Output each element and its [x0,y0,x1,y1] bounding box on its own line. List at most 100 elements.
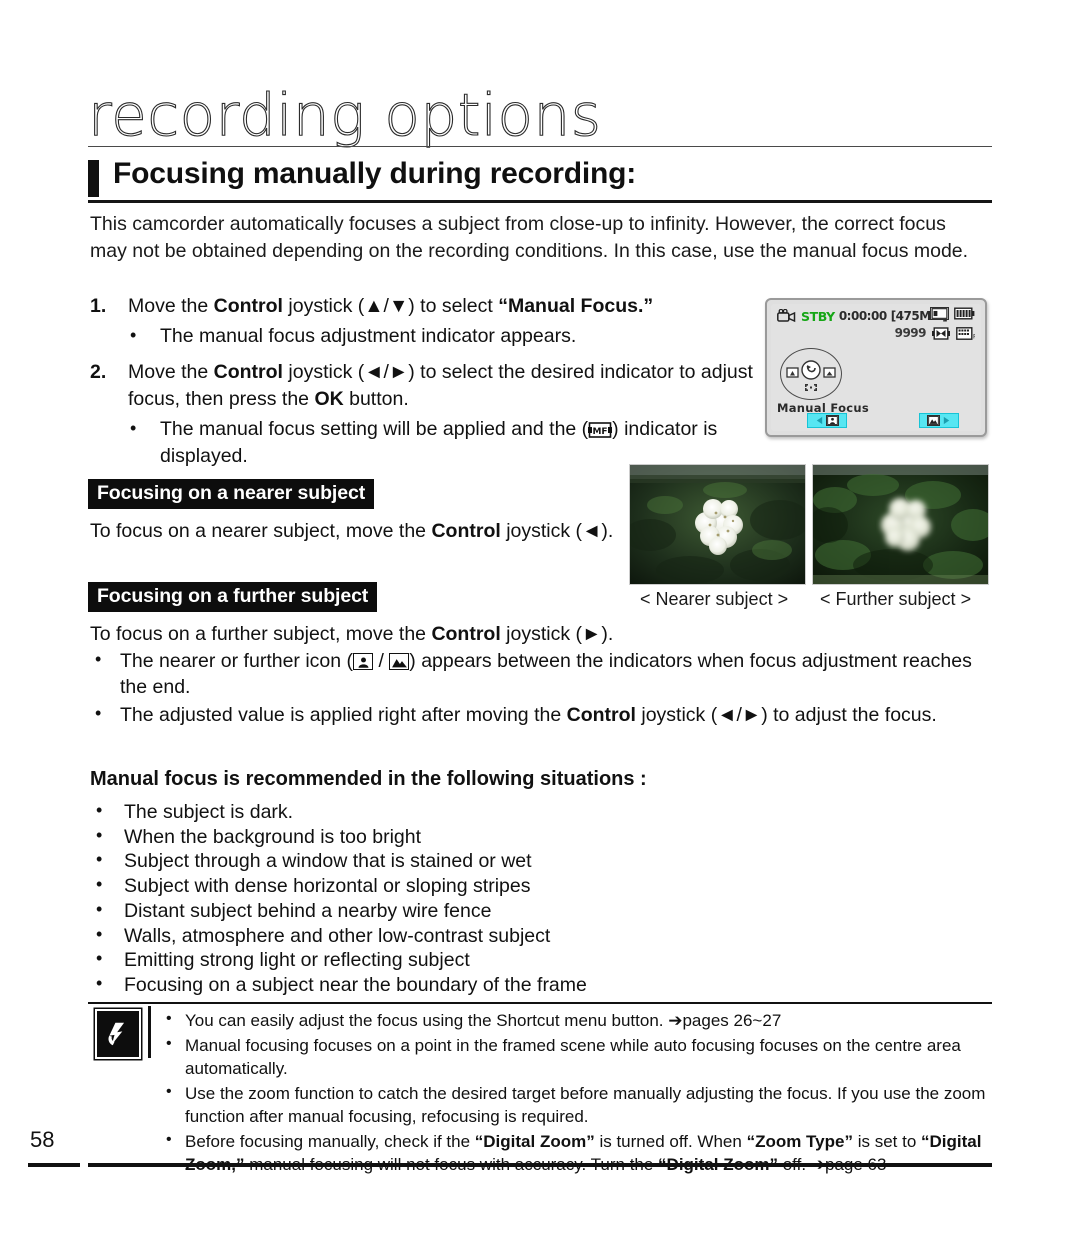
bullet-dot-icon: • [96,923,103,944]
step-2-text: Move the Control joystick (◄/►) to selec… [128,361,753,410]
notes-divider [148,1006,151,1058]
further-subject-instruction: To focus on a further subject, move the … [90,623,614,645]
bullet-dot-icon: • [96,972,103,993]
note-item-text: Before focusing manually, check if the “… [185,1131,982,1175]
further-subject-heading: Focusing on a further subject [88,582,378,612]
further-subject-photo [812,464,989,585]
step-1-sub-text: The manual focus adjustment indicator ap… [160,325,577,347]
list-item: • When the background is too bright [90,825,850,850]
bullet-dot-icon: • [96,800,103,820]
step-1-number: 1. [90,295,107,317]
further-subject-icon [927,415,940,426]
note-item-text: You can easily adjust the focus using th… [185,1011,782,1030]
step-1-sub: • The manual focus adjustment indicator … [90,323,756,350]
bullet-dot-icon: • [96,824,103,845]
step-2: 2. Move the Control joystick (◄/►) to se… [90,359,756,413]
nearer-subject-heading: Focusing on a nearer subject [88,479,375,509]
recording-status: STBY [801,308,835,324]
list-item-label: Walls, atmosphere and other low-contrast… [124,924,551,947]
chapter-rule [88,146,992,147]
notes-bottom-rule [88,1163,992,1167]
note-item: • You can easily adjust the focus using t… [163,1009,991,1033]
note-item-text: Use the zoom function to catch the desir… [185,1083,986,1127]
lcd-top-right-icons [930,307,975,320]
manual-focus-indicator-icon: MF [588,420,613,438]
bullet-dot-icon: • [166,1034,172,1052]
bullet-dot-icon: • [130,325,137,345]
nearer-subject-photo [629,464,806,585]
list-item: • The subject is dark. [90,800,850,825]
list-item-label: Emitting strong light or reflecting subj… [124,949,470,972]
section-rule [88,200,992,203]
section-bar-marker [88,160,99,197]
step-2-sub-text: The manual focus setting will be applied… [160,418,718,467]
intro-paragraph: This camcorder automatically focuses a s… [90,213,969,262]
further-subject-icon [389,653,410,670]
notes-top-rule [88,1002,992,1004]
memory-card-icon [930,307,949,320]
mid-bullet-1: • The nearer or further icon ( / ) appea… [90,648,990,700]
note-hand-icon [95,1009,141,1059]
further-focus-button[interactable] [919,413,959,428]
steps-list: 1. Move the Control joystick (▲/▼) to se… [90,293,756,479]
list-item: • Subject through a window that is staine… [90,849,850,874]
lcd-screen-illustration: STBY 0:00:00 [475Min] 9999 F Manual Focu… [765,298,987,437]
nearer-subject-icon [826,415,839,426]
mid-bullet-2: • The adjusted value is applied right af… [90,702,990,728]
nearer-photo-caption: < Nearer subject > [640,589,789,609]
joystick-indicator [780,348,842,400]
list-item: • Focusing on a subject near the boundary… [90,973,850,998]
bullet-dot-icon: • [96,874,103,895]
battery-icon [954,307,975,320]
note-item: • Manual focusing focuses on a point in t… [163,1034,991,1081]
note-item-text: Manual focusing focuses on a point in th… [185,1035,961,1079]
step-1-text: Move the Control joystick (▲/▼) to selec… [128,295,654,317]
list-item-label: The subject is dark. [124,801,294,823]
bullet-dot-icon: • [130,418,137,438]
nearer-subject-icon [353,653,374,670]
list-item: • Emitting strong light or reflecting sub… [90,948,850,973]
svg-text:F: F [973,333,975,340]
list-item-label: Subject through a window that is stained… [124,850,532,873]
mid-bullet-2-text: The adjusted value is applied right afte… [120,704,937,726]
bullet-dot-icon: • [166,1010,172,1027]
further-photo-caption: < Further subject > [820,589,972,609]
list-item-label: Subject with dense horizontal or sloping… [124,875,531,898]
chapter-title: recording options [87,81,602,149]
list-item-label: Focusing on a subject near the boundary … [124,973,587,996]
bullet-dot-icon: • [96,948,103,969]
bullet-dot-icon: • [166,1082,172,1100]
lcd-second-row: 9999 F [894,326,977,340]
section-heading: Focusing manually during recording: [88,157,992,200]
manual-page: recording options Focusing manually duri… [0,0,1080,1234]
timecode: 0:00:00 [838,309,887,323]
resolution-icon: F [956,326,977,340]
nearer-focus-button[interactable] [807,413,847,428]
page-number: 58 [30,1127,55,1152]
page-number-rule [28,1163,80,1167]
quality-icon [932,326,950,340]
list-item: • Walls, atmosphere and other low-contras… [90,924,850,949]
photo-counter: 9999 [894,326,927,340]
section-heading-text: Focusing manually during recording: [113,157,637,190]
step-1: 1. Move the Control joystick (▲/▼) to se… [90,293,756,320]
list-item: • Distant subject behind a nearby wire fe… [90,899,850,924]
step-2-number: 2. [90,361,107,383]
mid-bullet-1-text: The nearer or further icon ( / ) appears… [120,650,972,698]
bullet-dot-icon: • [95,649,102,669]
bullet-dot-icon: • [96,849,103,870]
list-item-label: When the background is too bright [124,825,422,848]
lcd-inner-screen: STBY 0:00:00 [475Min] 9999 F Manual Focu… [771,304,981,431]
note-item: • Before focusing manually, check if the … [163,1130,991,1177]
camcorder-icon [777,308,797,323]
list-item: • Subject with dense horizontal or slopin… [90,874,850,899]
notes-list: • You can easily adjust the focus using t… [163,1009,991,1178]
mid-bullets-list: • The nearer or further icon ( / ) appea… [90,648,990,730]
step-2-sub: • The manual focus setting will be appli… [90,416,756,470]
list-item-label: Distant subject behind a nearby wire fen… [124,899,492,922]
recommended-title: Manual focus is recommended in the follo… [90,768,647,790]
recommended-list: • The subject is dark. • When the backgrou… [90,800,850,998]
svg-text:MF: MF [593,427,608,437]
bullet-dot-icon: • [166,1130,172,1148]
note-item: • Use the zoom function to catch the desi… [163,1082,991,1129]
